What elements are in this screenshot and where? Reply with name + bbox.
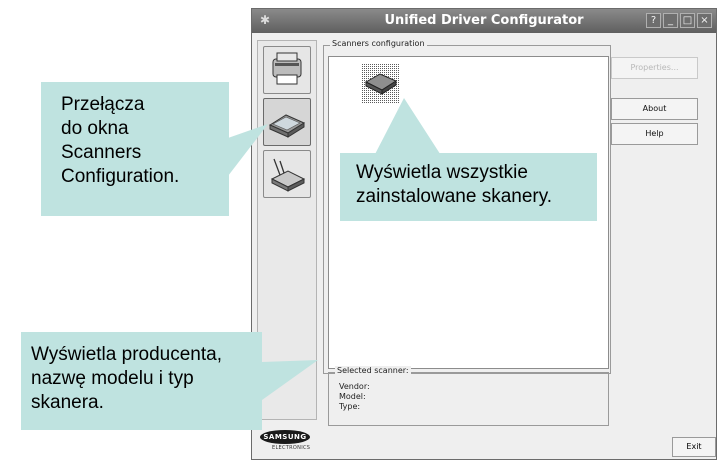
selected-callout-line: nazwę modelu i typ <box>31 368 194 389</box>
list-callout-pointer <box>372 98 444 160</box>
sidebar-callout-pointer <box>228 124 268 176</box>
selected-callout-line: skanera. <box>31 392 104 413</box>
sidebar-callout: Przełącza do okna Scanners Configuration… <box>41 82 229 216</box>
sidebar-callout-line: Scanners <box>61 142 142 163</box>
list-callout: Wyświetla wszystkie zainstalowane skaner… <box>340 153 597 221</box>
sidebar-callout-line: do okna <box>61 118 129 139</box>
sidebar-callout-line: Przełącza <box>61 94 145 115</box>
selected-callout-pointer <box>262 360 318 400</box>
sidebar-callout-line: Configuration. <box>61 166 180 187</box>
selected-callout-line: Wyświetla producenta, <box>31 344 222 365</box>
list-callout-line: Wyświetla wszystkie <box>356 162 528 183</box>
selected-callout: Wyświetla producenta, nazwę modelu i typ… <box>21 332 262 430</box>
list-callout-line: zainstalowane skanery. <box>356 186 553 207</box>
